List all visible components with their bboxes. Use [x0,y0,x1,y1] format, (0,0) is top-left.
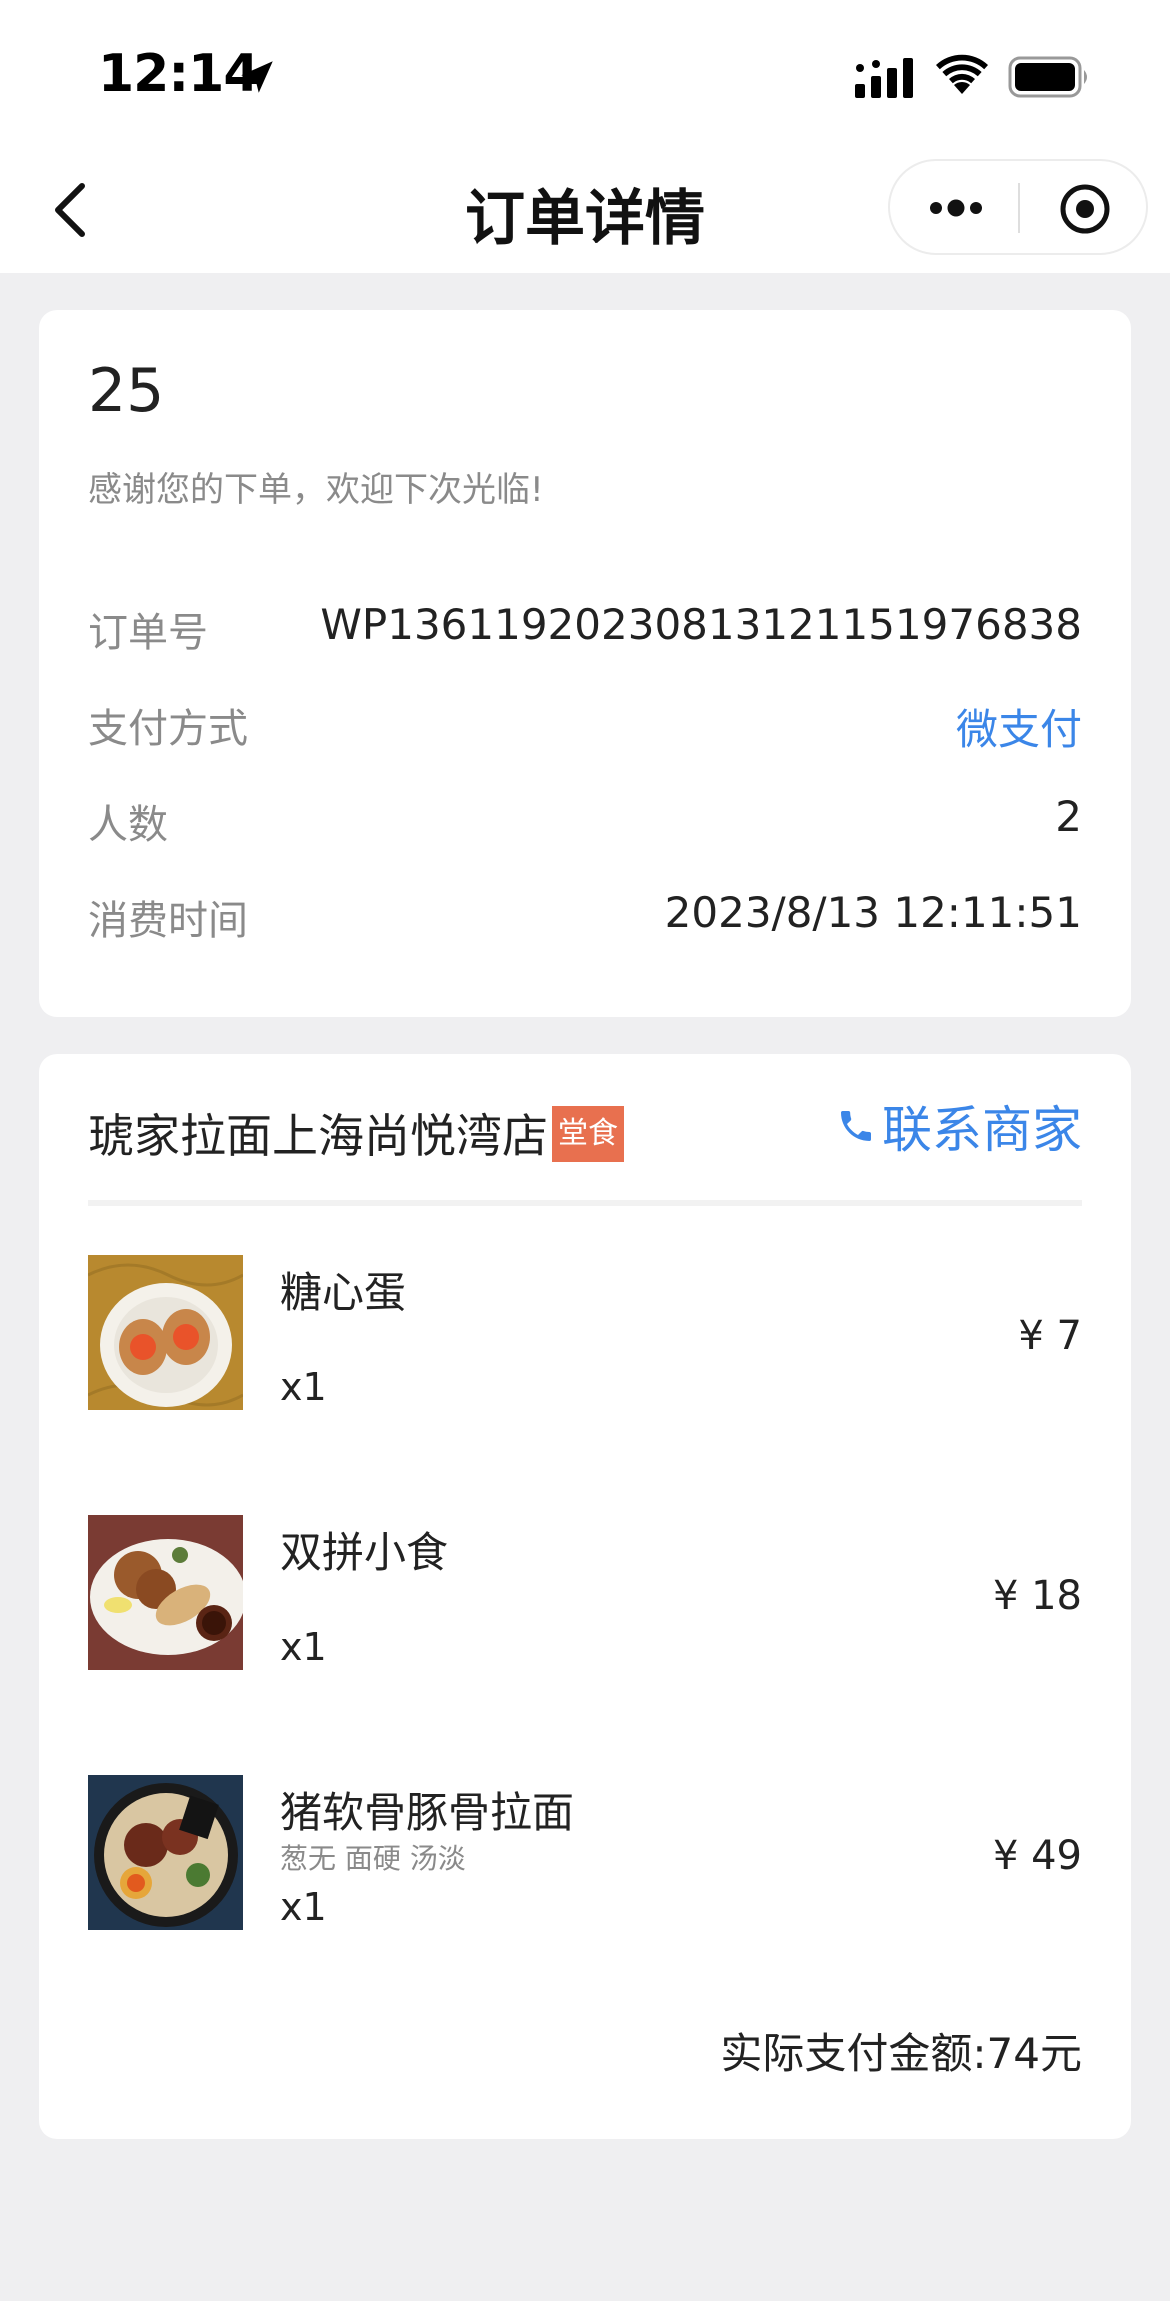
status-bar: 12:14 [0,0,1170,150]
item-quantity: x1 [280,1625,327,1669]
capsule-divider [1018,183,1020,233]
order-number-value: WP13611920230813121151976838 [320,600,1082,649]
item-price: ¥ 18 [992,1573,1082,1619]
item-price: ¥ 7 [1018,1313,1082,1359]
item-thumbnail-ramen [88,1775,243,1930]
consumption-time-value: 2023/8/13 12:11:51 [664,888,1082,937]
cellular-signal-icon [855,58,913,98]
more-dots-icon[interactable] [926,191,986,225]
shop-items-card: 琥家拉面上海尚悦湾店 堂食 联系商家 糖心蛋 x1 ¥ 7 双拼小食 x1 ¥ … [39,1054,1131,2139]
location-arrow-icon [241,61,273,93]
item-name: 糖心蛋 [280,1268,407,1317]
consumption-time-row: 消费时间 2023/8/13 12:11:51 [88,880,1082,944]
order-item[interactable]: 双拼小食 x1 ¥ 18 [88,1515,1082,1673]
item-quantity: x1 [280,1365,327,1409]
battery-icon [1008,56,1087,98]
mini-program-capsule [888,159,1148,255]
order-item[interactable]: 猪软骨豚骨拉面 葱无 面硬 汤淡 x1 ¥ 49 [88,1775,1082,1933]
consumption-time-label: 消费时间 [88,898,248,944]
payment-method-label: 支付方式 [88,706,248,752]
order-info-card: 25 感谢您的下单，欢迎下次光临! 订单号 WP1361192023081312… [39,310,1131,1017]
status-time: 12:14 [98,44,260,104]
item-name: 猪软骨豚骨拉面 [280,1788,575,1837]
order-number-label: 订单号 [88,610,208,656]
payment-method-row: 支付方式 微支付 [88,688,1082,754]
item-options: 葱无 面硬 汤淡 [280,1842,466,1875]
party-size-value: 2 [1055,792,1082,841]
target-circle-icon[interactable] [1058,182,1112,236]
contact-merchant-button[interactable]: 联系商家 [836,1096,1082,1159]
phone-icon [841,1111,871,1141]
item-quantity: x1 [280,1885,327,1929]
item-price: ¥ 49 [992,1833,1082,1879]
nav-bar: 订单详情 [0,150,1170,273]
thanks-message: 感谢您的下单，欢迎下次光临! [88,470,544,510]
dine-in-badge: 堂食 [552,1106,624,1162]
payment-method-value: 微支付 [955,705,1082,754]
order-number-row: 订单号 WP13611920230813121151976838 [88,592,1082,656]
item-thumbnail-snack-platter [88,1515,243,1670]
shop-header-divider [88,1200,1082,1206]
actual-payment-total: 实际支付金额:74元 [720,2029,1082,2078]
item-thumbnail-egg [88,1255,243,1410]
wifi-icon [936,54,988,94]
shop-name: 琥家拉面上海尚悦湾店 [88,1109,548,1163]
contact-merchant-label: 联系商家 [882,1101,1082,1159]
party-size-label: 人数 [88,802,168,848]
pickup-number: 25 [88,356,165,426]
item-name: 双拼小食 [280,1528,449,1577]
order-item[interactable]: 糖心蛋 x1 ¥ 7 [88,1255,1082,1413]
party-size-row: 人数 2 [88,784,1082,848]
